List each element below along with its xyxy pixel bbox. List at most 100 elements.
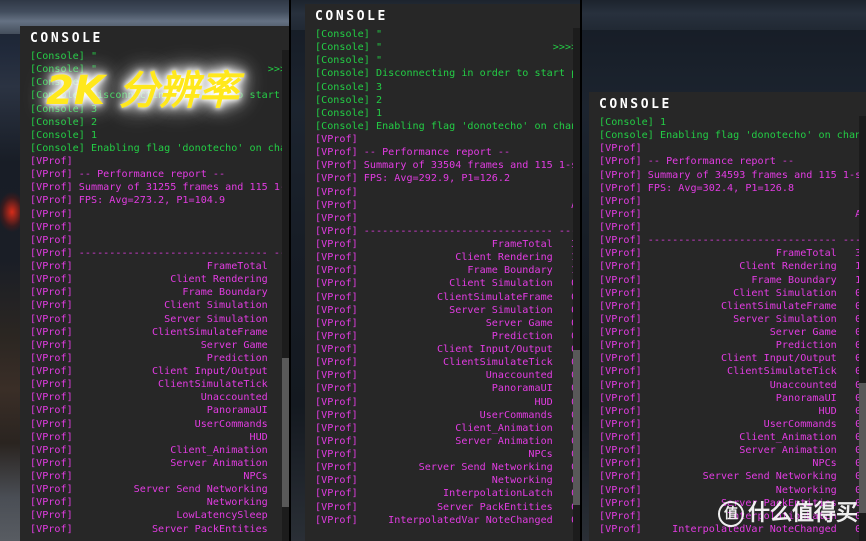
console-line: [VProf] ClientSimulateTick 0.15 0: [599, 366, 866, 378]
console-line: [Console] Enabling flag 'donotecho' on c…: [315, 120, 580, 132]
console-line: [VProf] Client_Animation 0.06 0.3: [315, 422, 580, 434]
console-line: [VProf] Prediction 0.31 1.4: [30, 352, 289, 364]
console-line: [VProf] PanoramaUI 0.13 0: [599, 392, 866, 404]
watermark-badge-icon: 值: [717, 501, 744, 527]
console-line: [Console] ": [315, 29, 383, 40]
console-line: [Console] Enabling flag 'donotecho' on c…: [30, 142, 289, 154]
console-line: [VProf] NPCs 0.05 0.3: [315, 449, 580, 460]
console-scrollbar-thumb[interactable]: [573, 349, 580, 506]
resolution-overlay-label-2k: 2K 分辨率: [46, 68, 239, 114]
console-line: [VProf] HUD 0.12 0.2: [30, 431, 289, 443]
console-line: [Console] 1: [599, 117, 667, 128]
console-line: [VProf] All frames: [30, 221, 289, 233]
console-line: [VProf] FPS: Avg=302.4, P1=126.8: [599, 182, 795, 194]
console-line: [Console] 1: [30, 129, 98, 141]
console-title: CONSOLE: [589, 92, 866, 117]
console-line: [VProf] Server Simulation 0.43 2.4: [30, 313, 289, 325]
console-line: [VProf] UserCommands 0.11 0.1: [315, 409, 580, 421]
console-line: [Console] 3: [315, 81, 383, 93]
console-line: [VProf] Avg: [599, 222, 866, 233]
console-line: [VProf] Server Animation 0.05 0: [599, 445, 866, 457]
console-scrollbar[interactable]: [282, 50, 289, 541]
console-line: [VProf] All frames: [315, 199, 580, 211]
console-line: [VProf] InterpolationLatch 0.03 0.2: [315, 488, 580, 500]
console-line: [VProf] Prediction 0.27 1.2: [315, 330, 580, 342]
console-line: [Console] " >>>>>>>>>>>>>>>>>>>>>>>>>>>>: [315, 42, 580, 54]
console-window-1280x960: CONSOLE [Console] 1 [Console] Enabling fl…: [589, 92, 866, 541]
console-line: [Console] 1: [315, 107, 383, 119]
console-scrollbar[interactable]: [573, 28, 580, 541]
console-line: [Console] Disconnecting in order to star…: [315, 68, 580, 80]
console-line: [VProf] FrameTotal 3.31 7: [599, 248, 866, 260]
console-line: [VProf]: [315, 134, 358, 145]
console-line: [VProf] FPS: Avg=292.9, P1=126.2: [315, 173, 511, 185]
console-line: [VProf] FrameTotal 3.41 7.5: [315, 239, 580, 250]
console-line: [VProf] Server Game 0.34 1.9: [30, 339, 289, 351]
console-line: [VProf] Summary of 34593 frames and 115 …: [599, 169, 866, 181]
console-window-1080p: CONSOLE [Console] " [Console] " >>>>>>>>>…: [305, 4, 580, 541]
console-line: [VProf] ClientSimulateFrame 0.39 0: [599, 300, 866, 312]
console-line: [VProf] Server Game 0.29 1: [599, 327, 866, 338]
console-line: [VProf] ------------------------------- …: [599, 235, 866, 247]
console-log-2k[interactable]: [Console] "[Console] " >>>>>>>>>>>>>>>>>…: [20, 50, 289, 541]
console-line: [VProf] NPCs 0.06 0.3: [30, 471, 289, 482]
panel-1280x960: CONSOLE [Console] 1 [Console] Enabling fl…: [582, 0, 866, 541]
console-line: [Console] 2: [315, 94, 383, 106]
watermark-text: 什么值得买: [747, 501, 858, 526]
console-line: [VProf] Server Send Networking 0.04 0: [599, 471, 866, 483]
console-line: [VProf] Frame Boundary 1.41 2.5: [30, 287, 289, 299]
panel-divider: [580, 0, 582, 541]
console-line: [VProf]: [30, 156, 73, 167]
console-line: [VProf] Client Input/Output 0.19 0.6: [315, 344, 580, 355]
console-line: [VProf] ------------------------------- …: [315, 225, 580, 237]
console-line: [VProf]: [315, 186, 358, 198]
console-line: [VProf] Server Send Networking 0.05 0.3: [30, 484, 289, 496]
console-line: [VProf] Client Simulation 0.55 1: [599, 287, 866, 299]
console-line: [VProf] Client Rendering 1.87 3.0: [315, 252, 580, 264]
screenshot-root: CONSOLE [Console] " [Console] " >>>>>>>>>…: [0, 0, 866, 541]
console-line: [VProf] LowLatencySleep 0.05 0.6: [30, 510, 289, 522]
console-line: [VProf] Networking 0.04 0: [599, 484, 866, 496]
console-line: [VProf] Networking 0.05 0.3: [30, 497, 289, 509]
console-line: [VProf] Client_Animation 0.07 0.4: [30, 444, 289, 456]
console-line: [VProf] PanoramaUI 0.13 0.2: [315, 383, 580, 395]
console-line: [VProf] HUD 0.11 0: [599, 405, 866, 417]
watermark: 值 什么值得买: [717, 501, 858, 527]
panel-2k: CONSOLE [Console] "[Console] " >>>>>>>>>…: [0, 0, 289, 541]
console-line: [VProf] ------------------------------- …: [30, 247, 289, 259]
console-line: [VProf] Frame Boundary 1.30 2: [599, 274, 866, 286]
console-scrollbar-thumb[interactable]: [859, 383, 866, 513]
console-title: CONSOLE: [305, 4, 580, 29]
console-line: [VProf]: [599, 143, 642, 155]
console-line: [VProf] Server Simulation 0.39 2.1: [315, 304, 580, 316]
console-line: [VProf]: [599, 195, 642, 207]
console-line: [VProf] FPS: Avg=273.2, P1=104.9: [30, 195, 226, 207]
console-line: [VProf] Avg P9: [30, 234, 73, 246]
console-line: [VProf] Unaccounted 0.14 0.4: [315, 370, 580, 382]
console-line: [VProf] Client Input/Output 0.18 0: [599, 353, 866, 365]
panel-1280x960-inner: CONSOLE [Console] 1 [Console] Enabling fl…: [582, 0, 866, 541]
console-line: [VProf] All frames: [599, 208, 866, 220]
panel-1080p: CONSOLE [Console] " [Console] " >>>>>>>>>…: [291, 0, 580, 541]
console-line: [VProf] PanoramaUI 0.13 0.2: [30, 405, 289, 417]
console-line: [VProf] Client Input/Output 0.21 0.9: [30, 366, 289, 377]
console-line: [VProf] NPCs 0.05 0: [599, 458, 866, 470]
console-log-1080p[interactable]: [Console] " [Console] " >>>>>>>>>>>>>>>>>…: [305, 28, 580, 541]
console-line: [VProf] Server Game 0.30 1.2: [315, 317, 580, 329]
console-line: [VProf] Client Rendering 1.81 2: [599, 261, 866, 273]
console-scrollbar[interactable]: [859, 116, 866, 541]
console-line: [VProf] Server Animation 0.06 0.3: [315, 435, 580, 447]
console-line: [VProf] Summary of 33504 frames and 115 …: [315, 160, 580, 172]
console-line: [VProf] Client Rendering 1.92 3.9: [30, 274, 289, 286]
console-line: [VProf] ClientSimulateFrame 0.40 0.6: [315, 291, 580, 303]
console-log-1280x960[interactable]: [Console] 1 [Console] Enabling flag 'dono…: [589, 116, 866, 541]
panel-divider: [289, 0, 291, 541]
console-line: [VProf] Unaccounted 0.14 0: [599, 379, 866, 391]
console-line: [VProf] Avg P9: [315, 212, 358, 224]
console-line: [VProf]: [30, 208, 73, 220]
console-line: [VProf] HUD 0.12 0.2: [315, 396, 580, 408]
console-scrollbar-thumb[interactable]: [282, 358, 289, 508]
console-line: [VProf] Summary of 31255 frames and 115 …: [30, 182, 289, 194]
console-line: [VProf] Server Send Networking 0.04 0.2: [315, 462, 580, 474]
console-line: [VProf] Client Simulation 0.61 1.8: [30, 300, 289, 312]
